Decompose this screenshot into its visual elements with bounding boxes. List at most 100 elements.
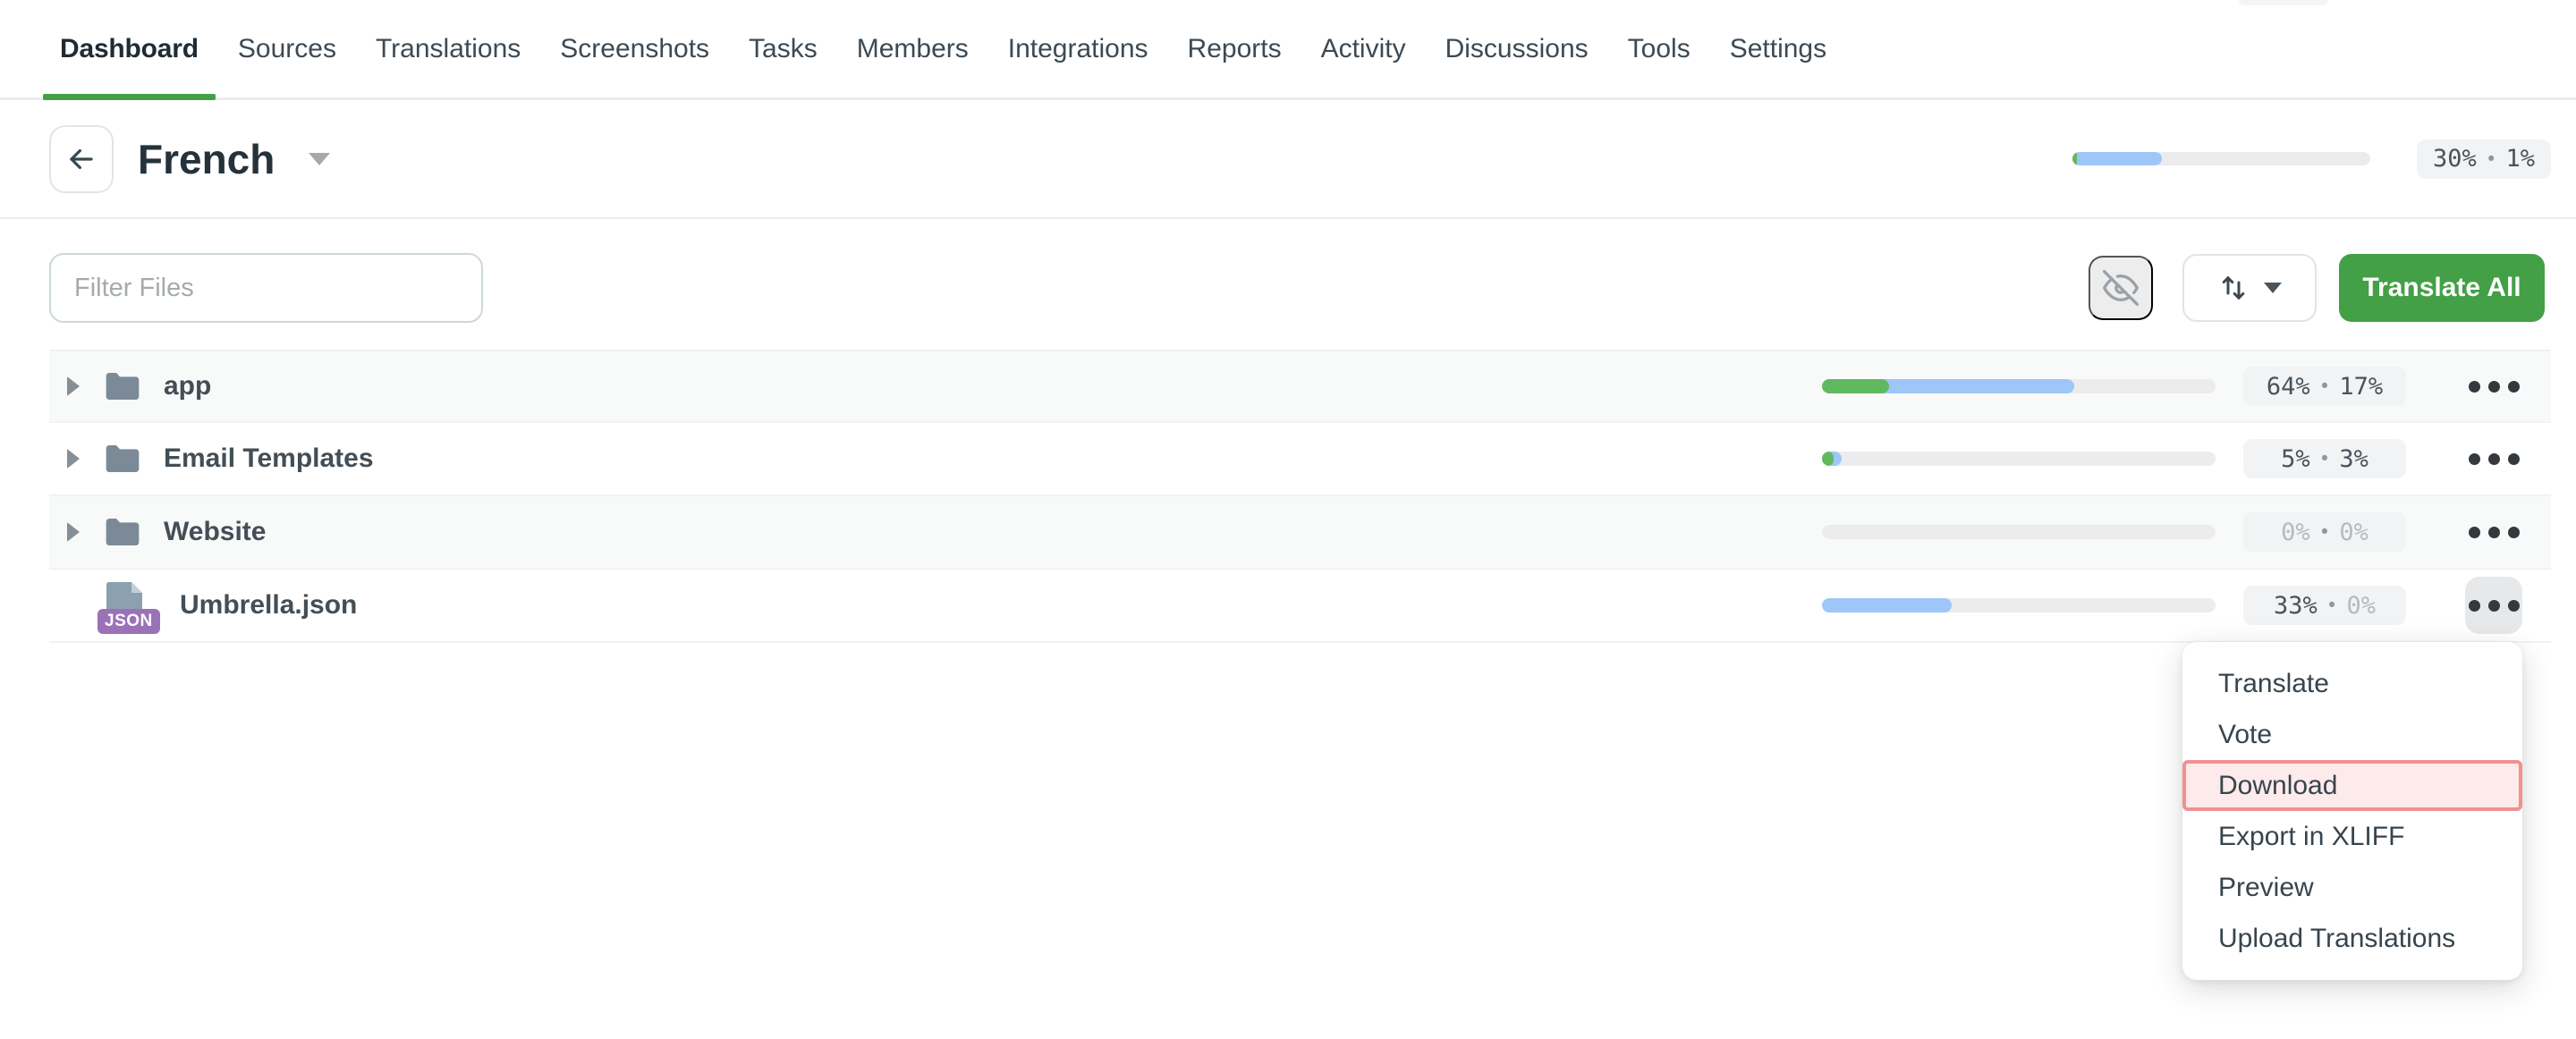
approved-percent: 0%: [2346, 592, 2376, 620]
file-progress-bar: [1822, 379, 2216, 393]
tab-screenshots[interactable]: Screenshots: [543, 0, 726, 97]
sort-arrows-icon: [2217, 272, 2250, 304]
page-title: French: [138, 135, 275, 183]
ellipsis-icon: [2488, 381, 2500, 393]
ellipsis-icon: [2508, 600, 2520, 612]
menu-item-download[interactable]: Download: [2182, 760, 2522, 811]
dot-separator: •: [2319, 521, 2331, 543]
ellipsis-icon: [2469, 527, 2480, 538]
language-progress-bar: [2072, 152, 2370, 165]
file-row-umbrella-json[interactable]: JSON Umbrella.json 33% • 0%: [49, 570, 2551, 643]
translated-progress-fill: [2072, 152, 2162, 165]
top-navigation: Dashboard Sources Translations Screensho…: [0, 0, 2576, 100]
expand-chevron-right-icon[interactable]: [67, 449, 80, 469]
row-menu-button-open[interactable]: [2465, 577, 2522, 634]
menu-item-preview[interactable]: Preview: [2182, 862, 2522, 913]
expand-chevron-right-icon[interactable]: [67, 376, 80, 396]
tab-sources[interactable]: Sources: [221, 0, 353, 97]
file-progress-badge: 5% • 3%: [2243, 439, 2406, 478]
row-menu-button[interactable]: [2465, 430, 2522, 487]
file-progress-badge: 0% • 0%: [2243, 512, 2406, 552]
tab-tasks[interactable]: Tasks: [732, 0, 835, 97]
translated-percent: 33%: [2274, 592, 2318, 620]
project-language-page: Dashboard Sources Translations Screensho…: [0, 0, 2576, 1039]
row-menu-button[interactable]: [2465, 358, 2522, 415]
file-row-email-templates[interactable]: Email Templates 5% • 3%: [49, 423, 2551, 496]
ellipsis-icon: [2508, 527, 2520, 538]
translated-progress-fill: [1822, 598, 1952, 612]
approved-progress-fill: [1822, 379, 1889, 393]
dot-separator: •: [2486, 148, 2497, 170]
file-name: Email Templates: [164, 443, 374, 474]
row-menu-button[interactable]: [2465, 503, 2522, 561]
chevron-down-icon: [2264, 283, 2282, 293]
hide-translated-button[interactable]: [2089, 256, 2153, 320]
approved-progress-fill: [1822, 452, 1834, 466]
file-list: app 64% • 17%: [49, 350, 2551, 643]
tab-members[interactable]: Members: [840, 0, 986, 97]
menu-item-vote[interactable]: Vote: [2182, 709, 2522, 760]
language-dropdown-caret-icon[interactable]: [309, 153, 330, 165]
language-progress-badge: 30% • 1%: [2417, 139, 2551, 179]
sort-button[interactable]: [2182, 254, 2317, 322]
json-type-badge: JSON: [97, 609, 160, 634]
file-progress-bar: [1822, 452, 2216, 466]
ellipsis-icon: [2508, 453, 2520, 465]
tab-discussions[interactable]: Discussions: [1428, 0, 1606, 97]
row-progress-area: 5% • 3%: [1822, 430, 2522, 487]
ellipsis-icon: [2488, 527, 2500, 538]
file-row-app[interactable]: app 64% • 17%: [49, 350, 2551, 423]
row-progress-area: 33% • 0%: [1822, 577, 2522, 634]
menu-item-export-in-xliff[interactable]: Export in XLIFF: [2182, 811, 2522, 862]
file-row-website[interactable]: Website 0% • 0%: [49, 496, 2551, 570]
ellipsis-icon: [2488, 600, 2500, 612]
translate-all-button[interactable]: Translate All: [2339, 254, 2545, 322]
folder-icon: [105, 371, 140, 401]
expand-chevron-right-icon[interactable]: [67, 522, 80, 542]
tab-reports[interactable]: Reports: [1171, 0, 1299, 97]
approved-percent: 1%: [2505, 145, 2535, 173]
ellipsis-icon: [2469, 600, 2480, 612]
row-progress-area: 64% • 17%: [1822, 358, 2522, 415]
ellipsis-icon: [2508, 381, 2520, 393]
eye-off-icon: [2103, 270, 2139, 306]
translated-percent: 30%: [2433, 145, 2477, 173]
back-button[interactable]: [49, 125, 114, 193]
dot-separator: •: [2319, 376, 2331, 397]
tab-tools[interactable]: Tools: [1611, 0, 1707, 97]
tab-settings[interactable]: Settings: [1713, 0, 1843, 97]
file-progress-badge: 33% • 0%: [2243, 586, 2406, 625]
file-name: Umbrella.json: [180, 590, 357, 621]
language-header: French 30% • 1%: [0, 100, 2576, 219]
toolbar-actions: Translate All: [2089, 254, 2545, 322]
file-context-menu: Translate Vote Download Export in XLIFF …: [2182, 642, 2522, 980]
tab-integrations[interactable]: Integrations: [991, 0, 1165, 97]
translated-percent: 0%: [2281, 519, 2310, 546]
file-name: app: [164, 371, 211, 401]
ellipsis-icon: [2488, 453, 2500, 465]
tab-activity[interactable]: Activity: [1304, 0, 1423, 97]
approved-progress-fill: [2072, 152, 2077, 165]
ellipsis-icon: [2469, 453, 2480, 465]
dot-separator: •: [2326, 595, 2338, 616]
folder-icon: [105, 443, 140, 474]
approved-percent: 0%: [2339, 519, 2368, 546]
ellipsis-icon: [2469, 381, 2480, 393]
cutoff-tooltip-fragment: [2239, 0, 2328, 5]
filter-files-input[interactable]: [49, 253, 483, 323]
tab-translations[interactable]: Translations: [359, 0, 538, 97]
json-file-icon: JSON: [105, 580, 157, 630]
translated-percent: 64%: [2267, 373, 2310, 401]
tab-dashboard[interactable]: Dashboard: [43, 0, 216, 97]
files-toolbar: Translate All: [49, 253, 2545, 323]
file-progress-badge: 64% • 17%: [2243, 367, 2406, 406]
language-progress-summary: 30% • 1%: [2072, 139, 2551, 179]
file-progress-bar: [1822, 598, 2216, 612]
menu-item-upload-translations[interactable]: Upload Translations: [2182, 913, 2522, 964]
translated-percent: 5%: [2281, 445, 2310, 473]
arrow-left-icon: [64, 142, 98, 176]
dot-separator: •: [2319, 448, 2331, 469]
folder-icon: [105, 517, 140, 547]
approved-percent: 3%: [2339, 445, 2368, 473]
menu-item-translate[interactable]: Translate: [2182, 658, 2522, 709]
